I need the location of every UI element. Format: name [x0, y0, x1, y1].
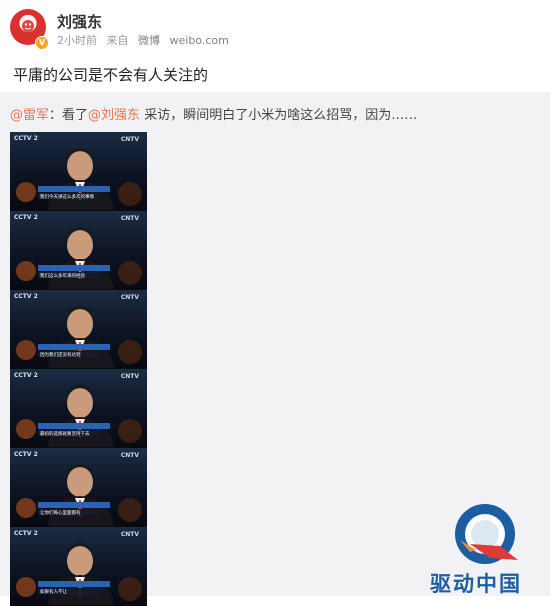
repost-colon: ： — [49, 108, 63, 123]
weibo-post: V 刘强东 2小时前 来自 微博 weibo.com 平庸的公司是不会有人关注的… — [0, 0, 550, 606]
cntv-label: CNTV — [120, 452, 139, 459]
interview-image[interactable]: CCTV 2 CNTV 因为我们还没有达到 — [10, 290, 147, 369]
lower-third-bar — [38, 502, 110, 508]
verified-badge-icon: V — [35, 36, 49, 50]
cctv-channel-label: CCTV 2 — [14, 214, 38, 221]
cntv-label: CNTV — [120, 136, 139, 143]
subtitle-caption: 我们这么多年来的经验 — [40, 274, 85, 279]
subtitle-caption: 我们今天讲这么多次的事情 — [40, 195, 94, 200]
cntv-label: CNTV — [120, 215, 139, 222]
repost-text-after: 采访，瞬间明白了小米为啥这么招骂，因为…… — [140, 108, 418, 123]
cctv-channel-label: CCTV 2 — [14, 135, 38, 142]
repost-user-mention[interactable]: @刘强东 — [88, 108, 140, 123]
post-text: 平庸的公司是不会有人关注的 — [13, 66, 209, 84]
subtitle-caption: 最初的选择就要坚持下去 — [40, 432, 90, 437]
cntv-label: CNTV — [120, 531, 139, 538]
watermark-q-icon — [455, 504, 518, 564]
cctv-channel-label: CCTV 2 — [14, 293, 38, 300]
lower-third-bar — [38, 423, 110, 429]
interview-image[interactable]: CCTV 2 CNTV 让你们每心里面都有 — [10, 448, 147, 527]
cntv-label: CNTV — [120, 294, 139, 301]
source-prefix: 来自 — [106, 34, 129, 47]
source-domain[interactable]: weibo.com — [170, 34, 229, 47]
jd-logo-icon — [22, 20, 34, 32]
watermark-logo: 驱动中国 — [430, 502, 545, 596]
interview-image[interactable]: CCTV 2 CNTV 最初的选择就要坚持下去 — [10, 369, 147, 448]
cctv-channel-label: CCTV 2 — [14, 530, 38, 537]
post-meta: 2小时前 来自 微博 weibo.com — [57, 32, 235, 48]
interview-image[interactable]: CCTV 2 CNTV 如果有人不让 — [10, 527, 147, 606]
author-name[interactable]: 刘强东 — [57, 11, 102, 32]
lower-third-bar — [38, 581, 110, 587]
interview-image[interactable]: CCTV 2 CNTV 我们这么多年来的经验 — [10, 211, 147, 290]
repost-text: @雷军：看了@刘强东 采访，瞬间明白了小米为啥这么招骂，因为…… — [10, 104, 417, 123]
watermark-text: 驱动中国 — [430, 572, 522, 596]
lower-third-bar — [38, 344, 110, 350]
repost-text-before: 看了 — [62, 108, 89, 123]
image-strip: CCTV 2 CNTV 我们今天讲这么多次的事情 CCTV 2 CNTV 我们这么多年来的… — [10, 132, 147, 606]
cctv-channel-label: CCTV 2 — [14, 372, 38, 379]
subtitle-caption: 如果有人不让 — [40, 590, 67, 595]
cctv-channel-label: CCTV 2 — [14, 451, 38, 458]
interview-image[interactable]: CCTV 2 CNTV 我们今天讲这么多次的事情 — [10, 132, 147, 211]
lower-third-bar — [38, 265, 110, 271]
post-time[interactable]: 2小时前 — [57, 34, 97, 47]
subtitle-caption: 因为我们还没有达到 — [40, 353, 81, 358]
cntv-label: CNTV — [120, 373, 139, 380]
lower-third-bar — [38, 186, 110, 192]
source-name[interactable]: 微博 — [138, 34, 160, 47]
subtitle-caption: 让你们每心里面都有 — [40, 511, 81, 516]
repost-author-mention[interactable]: @雷军 — [10, 108, 49, 123]
